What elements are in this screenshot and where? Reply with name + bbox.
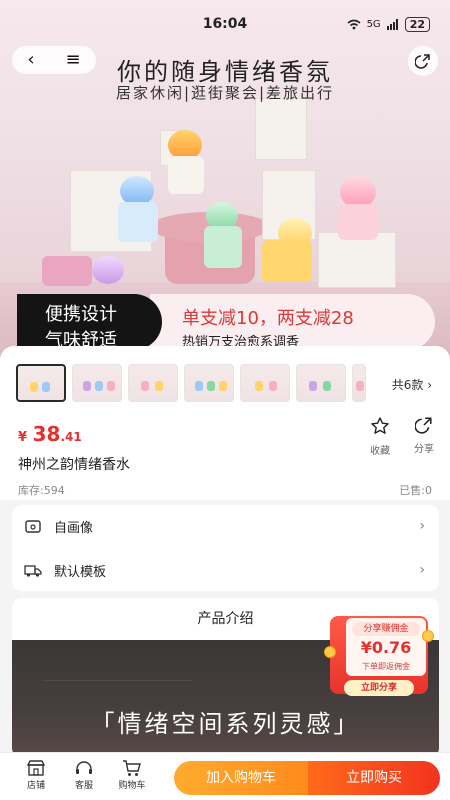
cart-label: 购物车 <box>118 781 146 791</box>
wifi-icon <box>347 19 361 30</box>
stock-row: 库存:594 已售:0 <box>0 478 450 500</box>
perfume-bottle <box>168 156 204 194</box>
status-icons: 5G 22 <box>347 17 430 32</box>
perfume-bottle <box>42 256 92 286</box>
share-commission-packet[interactable]: 分享赚佣金 ¥0.76 下单即返佣金 立即分享 <box>322 608 436 698</box>
perfume-bottle <box>204 226 242 268</box>
share-label: 分享 <box>414 444 434 455</box>
variant-count[interactable]: 共6款 › <box>392 376 432 393</box>
share-button[interactable]: 分享 <box>410 416 438 455</box>
favorite-label: 收藏 <box>370 446 390 457</box>
banner-decoration <box>42 680 192 681</box>
service-label: 客服 <box>74 781 93 791</box>
coin-icon <box>324 646 336 658</box>
chevron-right-icon: › <box>427 378 432 392</box>
perfume-bottle <box>118 202 158 242</box>
share-icon <box>415 54 430 69</box>
network-label: 5G <box>366 19 381 30</box>
truck-icon <box>24 565 42 577</box>
promo-features: 便携设计 气味舒适 <box>17 294 162 353</box>
packet-title: 分享赚佣金 <box>352 622 420 636</box>
intro-banner-text: 「情绪空间系列灵感」 <box>90 710 361 738</box>
share-icon <box>414 417 432 434</box>
perfume-bottle <box>262 240 312 282</box>
option-label: 自画像 <box>54 520 94 536</box>
variant-thumb[interactable] <box>296 364 346 402</box>
option-self-portrait[interactable]: 自画像 › <box>12 505 439 547</box>
service-tab[interactable]: 客服 <box>64 759 104 791</box>
cart-icon <box>123 760 141 776</box>
packet-body: 分享赚佣金 ¥0.76 下单即返佣金 立即分享 <box>330 616 428 696</box>
promo-offer: 单支减10，两支减28 热销万支治愈系调香 <box>150 294 435 350</box>
favorite-button[interactable]: 收藏 <box>366 416 394 457</box>
coin-icon <box>422 630 434 642</box>
option-default-template[interactable]: 默认模板 › <box>12 549 439 591</box>
share-now-button[interactable]: 立即分享 <box>344 680 414 696</box>
price-integer: 38 <box>32 422 61 446</box>
store-icon <box>26 760 46 776</box>
chevron-right-icon: › <box>419 518 425 534</box>
share-top-button[interactable] <box>408 46 438 76</box>
store-tab[interactable]: 店铺 <box>16 759 56 791</box>
gift-box <box>318 232 396 288</box>
headset-icon <box>76 761 92 774</box>
sold-count: 已售:0 <box>399 484 432 497</box>
variant-count-label: 共6款 <box>391 378 424 392</box>
buy-now-button[interactable]: 立即购买 <box>308 761 440 795</box>
product-name: 神州之韵情绪香水 <box>18 457 130 473</box>
nav-controls: ‹ ≡ <box>12 46 96 74</box>
variant-thumb[interactable] <box>240 364 290 402</box>
packet-note: 下单即返佣金 <box>362 662 410 671</box>
variant-thumb[interactable] <box>352 364 366 402</box>
packet-inner: 分享赚佣金 ¥0.76 下单即返佣金 <box>346 618 426 676</box>
stock-count: 库存:594 <box>18 484 65 497</box>
signal-icon <box>386 19 398 30</box>
add-to-cart-button[interactable]: 加入购物车 <box>174 761 308 795</box>
store-label: 店铺 <box>26 781 45 791</box>
variant-thumb[interactable] <box>72 364 122 402</box>
star-icon <box>371 417 389 434</box>
product-card: 共6款 › ¥ 38.41 收藏 分享 神州之韵情绪香水 <box>0 346 450 492</box>
hero-subtitle: 居家休闲|逛街聚会|差旅出行 <box>115 84 335 102</box>
cart-tab[interactable]: 购物车 <box>112 759 152 791</box>
promo-feature-1: 便携设计 <box>45 304 117 325</box>
packet-amount: ¥0.76 <box>360 638 412 657</box>
price-decimal: .41 <box>60 430 82 444</box>
menu-icon[interactable]: ≡ <box>65 46 80 74</box>
promo-discount: 单支减10，两支减28 <box>182 308 354 329</box>
price-currency: ¥ <box>18 430 28 445</box>
variant-thumb[interactable] <box>16 364 66 402</box>
status-bar: 16:04 5G 22 <box>0 0 450 36</box>
variant-thumb[interactable] <box>128 364 178 402</box>
variant-thumb[interactable] <box>184 364 234 402</box>
perfume-bottle <box>338 204 378 240</box>
product-price: ¥ 38.41 <box>18 422 82 446</box>
battery-level: 22 <box>404 17 430 32</box>
chevron-right-icon: › <box>419 562 425 578</box>
wallet-icon <box>25 520 41 533</box>
option-label: 默认模板 <box>54 564 107 580</box>
bottom-action-bar: 店铺 客服 购物车 加入购物车 立即购买 <box>0 752 450 800</box>
option-list: 自画像 › 默认模板 › <box>12 505 439 591</box>
back-icon[interactable]: ‹ <box>27 46 34 74</box>
gift-box <box>255 98 307 160</box>
bottle-cap <box>92 256 124 284</box>
variant-thumbnails <box>16 364 366 402</box>
